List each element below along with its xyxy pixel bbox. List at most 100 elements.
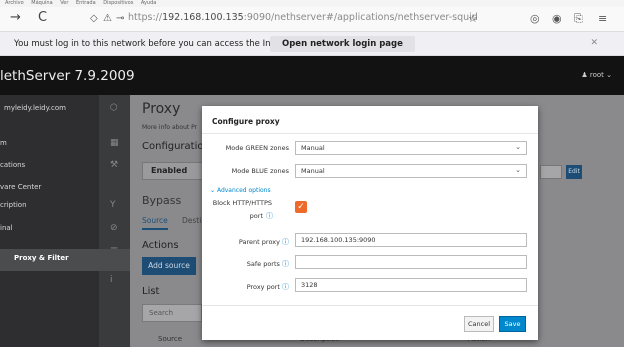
menu-ayuda[interactable]: Ayuda <box>141 0 156 6</box>
user-menu[interactable]: ♟ root ⌄ <box>581 71 612 79</box>
info-icon: i <box>110 275 113 285</box>
parent-proxy-input[interactable]: 192.168.100.135:9090 <box>295 233 527 247</box>
sidebar-item-applications[interactable]: cations ⚒ <box>0 156 130 178</box>
green-zones-label: Mode GREEN zones <box>225 144 289 152</box>
blue-zones-value: Manual <box>301 167 325 175</box>
url-path: :9090/nethserver#/applications/nethserve… <box>243 12 478 23</box>
chevron-down-icon: ⌄ <box>606 71 612 79</box>
block-icon: ⊘ <box>110 223 118 233</box>
search-input[interactable]: Search <box>142 304 202 322</box>
menu-maquina[interactable]: Máquina <box>31 0 52 6</box>
enabled-label: Enabled <box>151 166 188 175</box>
status-badge: Enabled <box>142 162 204 180</box>
block-ports-label: Block HTTP/HTTPS <box>212 199 272 207</box>
block-ports-label-line2: port <box>249 212 263 220</box>
configuration-heading: Configuration <box>142 141 210 152</box>
sidebar-item-subscription[interactable]: cription Y <box>0 196 130 218</box>
shield-icon[interactable]: ◇ <box>90 13 98 24</box>
safe-ports-label: Safe ports ⓘ <box>208 259 289 269</box>
lock-warning-icon[interactable]: ⚠ <box>103 13 112 24</box>
sidebar-item-info[interactable]: i <box>0 271 130 293</box>
page-title: Proxy <box>142 101 181 117</box>
advanced-options-label: Advanced options <box>216 187 271 194</box>
sidebar-item-system[interactable]: m ▦ <box>0 134 130 156</box>
actions-heading: Actions <box>142 240 179 251</box>
sidebar-item-label: vare Center <box>0 183 42 191</box>
info-icon[interactable]: ⓘ <box>282 283 289 291</box>
proxy-port-input[interactable]: 3128 <box>295 278 527 292</box>
wrench-icon: ⚒ <box>110 160 119 170</box>
advanced-options-toggle[interactable]: ⌄ Advanced options <box>210 187 271 194</box>
save-button[interactable]: Save <box>499 316 526 332</box>
list-heading: List <box>142 286 160 297</box>
configure-proxy-dialog: Configure proxy Mode GREEN zones Manual … <box>202 106 538 340</box>
open-login-page-button[interactable]: Open network login page <box>270 36 415 52</box>
extensions-icon[interactable]: ⎘ <box>574 12 583 26</box>
account-icon[interactable]: ◉ <box>552 12 562 25</box>
menu-dispositivos[interactable]: Dispositivos <box>103 0 133 6</box>
url-prefix: https:// <box>128 12 163 23</box>
sidebar-item-label: Proxy & Filter <box>14 254 69 262</box>
bookmark-star-icon[interactable]: ☆ <box>468 12 478 25</box>
dialog-footer: Cancel Save <box>202 305 538 340</box>
add-source-button[interactable]: Add source <box>142 257 196 275</box>
menu-ver[interactable]: Ver <box>60 0 68 6</box>
proxy-port-label-text: Proxy port <box>246 283 280 291</box>
filter-icon: Y <box>110 200 116 210</box>
menu-entrada[interactable]: Entrada <box>76 0 96 6</box>
chevron-down-icon: ⌄ <box>210 187 216 194</box>
info-icon[interactable]: ⓘ <box>266 211 273 221</box>
sidebar-item-terminal[interactable]: inal ⊘ <box>0 219 130 241</box>
pocket-icon[interactable]: ◎ <box>530 12 540 25</box>
url-bar[interactable]: https://192.168.100.135:9090/nethserver#… <box>128 12 478 23</box>
chevron-down-icon: ⌄ <box>515 143 521 151</box>
browser-navbar: → C ◇ ⚠ ⊸ https://192.168.100.135:9090/n… <box>0 7 624 32</box>
sidebar-item-label: cription <box>0 201 27 209</box>
cube-icon: ⬡ <box>110 103 118 113</box>
green-zones-value: Manual <box>301 144 325 152</box>
captive-portal-bar: You must log in to this network before y… <box>0 32 624 56</box>
sidebar-item-label: inal <box>0 224 13 232</box>
proxy-port-label: Proxy port ⓘ <box>208 282 289 292</box>
bypass-heading: Bypass <box>142 194 182 207</box>
sidebar-item-host[interactable]: myleidy.leidy.com ⬡ <box>0 99 130 121</box>
user-name: root <box>589 71 604 79</box>
parent-proxy-label-text: Parent proxy <box>238 238 280 246</box>
notification-text: You must log in to this network before y… <box>14 39 300 49</box>
reload-icon[interactable]: C <box>38 10 47 25</box>
app-header: lethServer 7.9.2009 ♟ root ⌄ <box>0 56 624 95</box>
cancel-button[interactable]: Cancel <box>464 316 494 332</box>
checkmark-icon: ✓ <box>297 202 305 212</box>
app-title: lethServer 7.9.2009 <box>0 68 135 84</box>
safe-ports-label-text: Safe ports <box>246 260 280 268</box>
toggle[interactable] <box>540 165 562 179</box>
sidebar-item-label: myleidy.leidy.com <box>4 104 66 112</box>
tab-destination[interactable]: Desti <box>182 216 201 225</box>
grid-icon: ▦ <box>110 138 119 148</box>
edit-button[interactable]: Edit <box>566 165 582 179</box>
green-zones-select[interactable]: Manual ⌄ <box>295 141 527 155</box>
forward-icon[interactable]: → <box>10 10 21 25</box>
hamburger-menu-icon[interactable]: ≡ <box>598 12 607 25</box>
safe-ports-input[interactable] <box>295 255 527 269</box>
block-ports-checkbox[interactable]: ✓ <box>295 201 307 213</box>
dialog-header: Configure proxy <box>202 106 538 134</box>
blue-zones-label: Mode BLUE zones <box>231 167 289 175</box>
more-info-link[interactable]: More info about Pr <box>142 124 197 131</box>
sidebar-item-label: m <box>0 139 7 147</box>
user-icon: ♟ <box>581 71 588 79</box>
sidebar: myleidy.leidy.com ⬡ m ▦ cations ⚒ vare C… <box>0 95 130 347</box>
info-icon[interactable]: ⓘ <box>282 260 289 268</box>
column-header-source[interactable]: Source <box>158 335 182 343</box>
info-icon[interactable]: ⓘ <box>282 238 289 246</box>
os-menubar: Archivo Máquina Ver Entrada Dispositivos… <box>0 0 624 7</box>
parent-proxy-label: Parent proxy ⓘ <box>208 237 289 247</box>
dialog-title: Configure proxy <box>212 117 280 126</box>
tab-source[interactable]: Source <box>142 216 168 230</box>
close-icon[interactable]: ✕ <box>590 38 598 48</box>
blue-zones-select[interactable]: Manual ⌄ <box>295 164 527 178</box>
key-icon: ⊸ <box>116 13 125 24</box>
sidebar-item-label: cations <box>0 161 26 169</box>
sidebar-item-proxy-filter[interactable]: Proxy & Filter <box>0 249 130 271</box>
menu-archivo[interactable]: Archivo <box>5 0 24 6</box>
